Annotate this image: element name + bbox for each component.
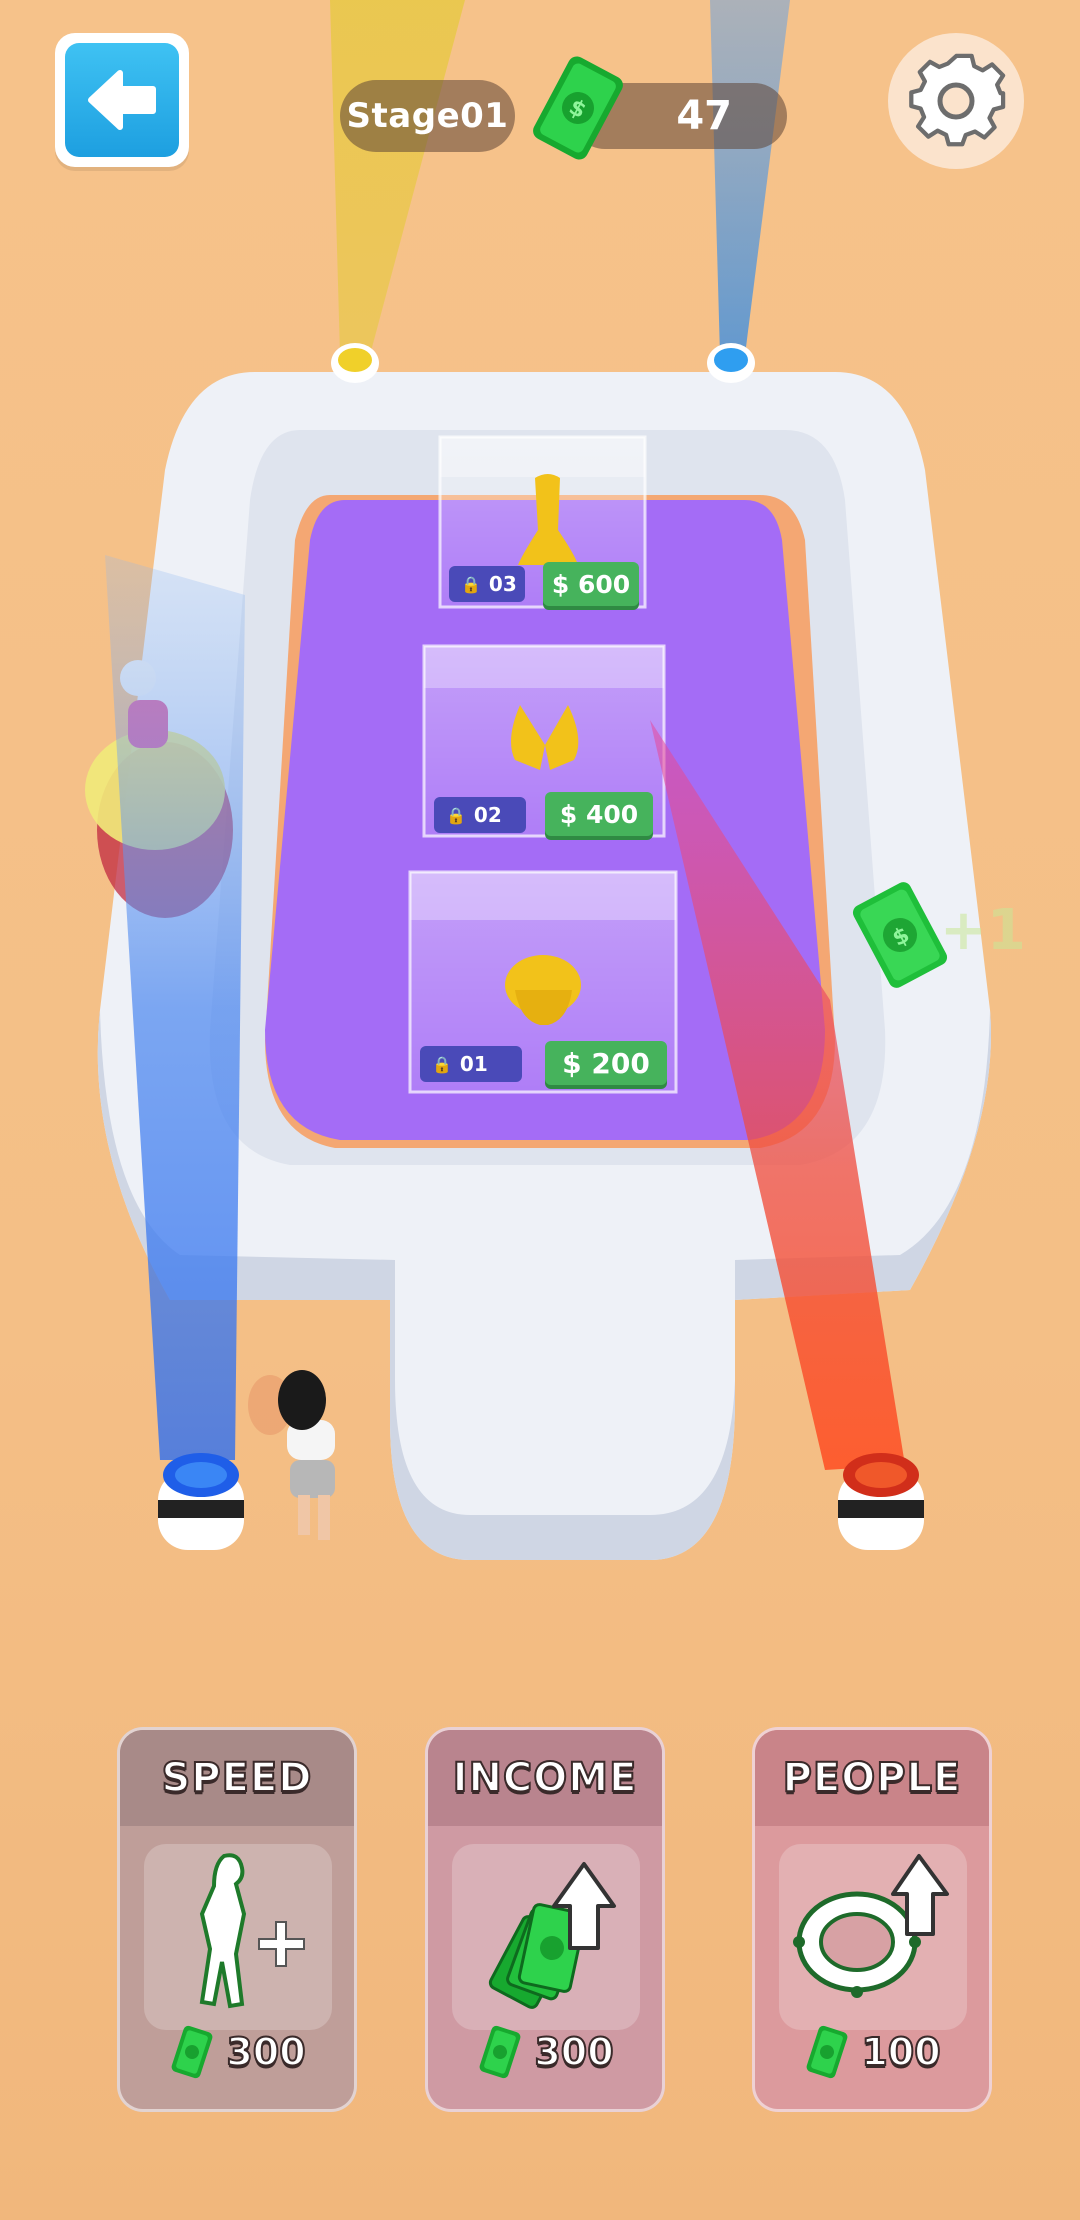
padlock-icon: 🔒 bbox=[446, 805, 466, 825]
price-tag-600[interactable]: $ 600 bbox=[543, 562, 639, 606]
speed-cost: 300 bbox=[120, 2017, 354, 2087]
runner-plus-icon bbox=[199, 1853, 305, 2009]
spotlight-red bbox=[838, 1453, 924, 1550]
cash-stack-arrow-up-icon bbox=[488, 1862, 616, 2009]
spotlight-blue bbox=[158, 1453, 244, 1550]
back-button[interactable] bbox=[55, 33, 189, 167]
lock-badge-02: 🔒 02 bbox=[434, 797, 526, 833]
padlock-icon: 🔒 bbox=[432, 1054, 452, 1074]
people-title: PEOPLE bbox=[755, 1730, 989, 1826]
player-character bbox=[248, 1370, 335, 1540]
gear-icon bbox=[909, 53, 1006, 147]
income-title: INCOME bbox=[428, 1730, 662, 1826]
price-tag-200[interactable]: $ 200 bbox=[545, 1041, 667, 1085]
cash-icon bbox=[479, 2025, 521, 2079]
padlock-icon: 🔒 bbox=[461, 574, 481, 594]
speed-upgrade-button[interactable]: SPEED 300 bbox=[117, 1727, 357, 2112]
cash-icon bbox=[806, 2025, 848, 2079]
arrow-left-icon bbox=[88, 70, 156, 130]
income-upgrade-button[interactable]: INCOME 300 bbox=[425, 1727, 665, 2112]
stage-label: Stage01 bbox=[340, 80, 515, 152]
income-icon-panel bbox=[452, 1844, 640, 2030]
price-tag-400[interactable]: $ 400 bbox=[545, 792, 653, 836]
lock-badge-03: 🔒 03 bbox=[449, 566, 525, 602]
ring-arrow-up-icon bbox=[793, 1854, 949, 1998]
settings-button[interactable] bbox=[888, 33, 1024, 169]
people-cost: 100 bbox=[755, 2017, 989, 2087]
income-cost: 300 bbox=[428, 2017, 662, 2087]
people-upgrade-button[interactable]: PEOPLE 100 bbox=[752, 1727, 992, 2112]
cash-icon bbox=[171, 2025, 213, 2079]
lock-badge-01: 🔒 01 bbox=[420, 1046, 522, 1082]
people-icon-panel bbox=[779, 1844, 967, 2030]
reward-popup: +1 bbox=[940, 898, 1026, 963]
speed-icon-panel bbox=[144, 1844, 332, 2030]
speed-title: SPEED bbox=[120, 1730, 354, 1826]
cash-icon: $ bbox=[533, 56, 623, 160]
